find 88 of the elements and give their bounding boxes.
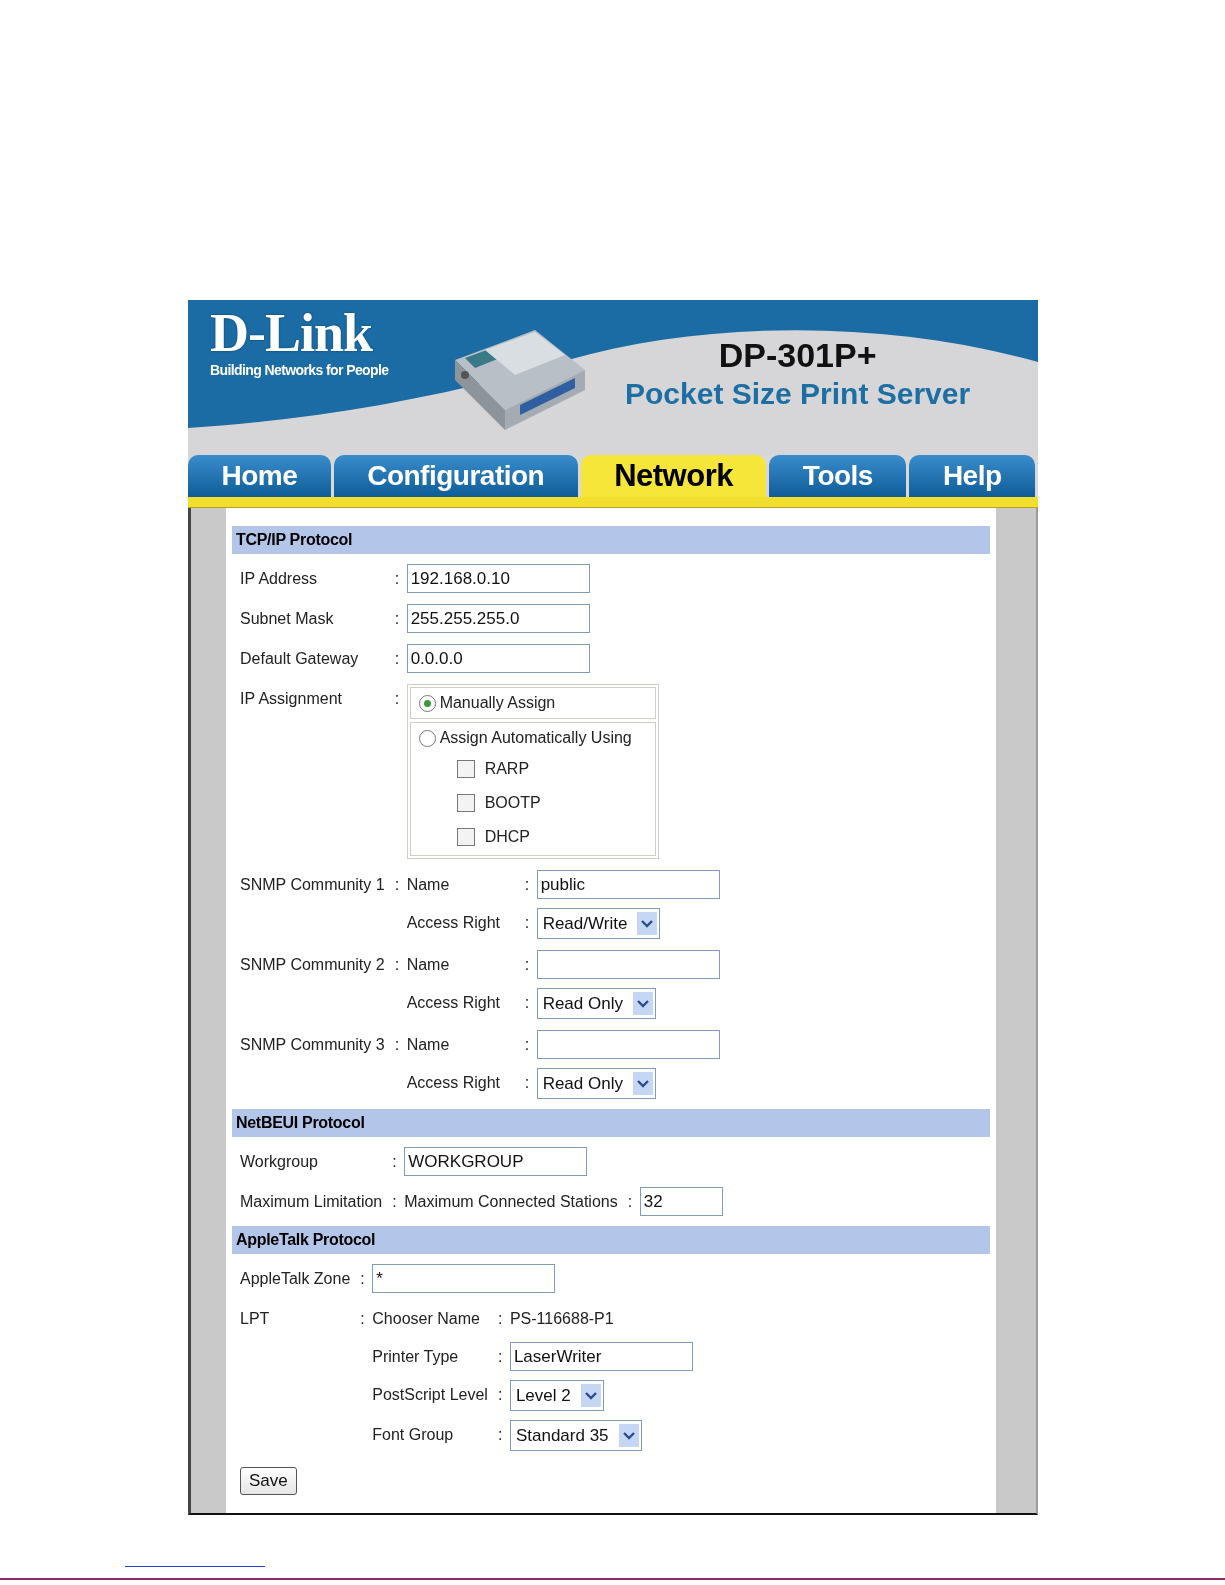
section-header: AppleTalk Protocol [232,1226,990,1254]
caret-icon [584,1391,597,1400]
checkbox-label: RARP [484,759,530,779]
colon-separator: : [360,1309,366,1329]
product-title: Pocket Size Print Server [625,377,971,411]
field-label: Access Right [406,913,501,933]
text-field[interactable]: 192.168.0.10 [406,564,590,593]
nav-tab[interactable]: Network [580,455,767,497]
colon-separator: : [497,1347,504,1367]
colon-separator: : [394,609,401,629]
colon-separator: : [524,1073,531,1093]
caret-icon [636,999,649,1008]
field-label: SNMP Community 2 [240,955,386,975]
dropdown[interactable]: Read Only [536,1068,656,1099]
radio-button[interactable] [418,729,436,747]
field-label: Workgroup [240,1152,319,1172]
field-label: IP Assignment [240,689,343,709]
tagline: Building Networks for People [210,362,390,378]
checkbox[interactable] [456,794,475,812]
text-field[interactable]: public [536,870,720,899]
colon-separator: : [627,1192,634,1212]
field-label: Printer Type [372,1347,460,1367]
colon-separator: : [394,569,401,589]
text-field[interactable]: 0.0.0.0 [406,644,590,673]
caret-icon [636,1079,649,1088]
colon-separator: : [394,955,401,975]
section-header: NetBEUI Protocol [232,1109,990,1137]
dropdown[interactable]: Read Only [536,988,656,1019]
nav-tab[interactable]: Home [188,455,331,497]
dropdown[interactable]: Level 2 [509,1380,604,1411]
colon-separator: : [524,875,531,895]
text-field[interactable]: LaserWriter [509,1342,693,1371]
field-label: Access Right [406,1073,501,1093]
colon-separator: : [497,1309,504,1329]
save-button[interactable]: Save [240,1467,297,1495]
field-label: LPT [240,1309,271,1329]
checkbox[interactable] [456,760,475,778]
colon-separator: : [394,1035,401,1055]
colon-separator: : [394,649,401,669]
field-label: Subnet Mask [240,609,335,629]
field-label: Name [406,955,451,975]
section-header: TCP/IP Protocol [232,526,990,554]
text-field[interactable]: * [372,1264,556,1293]
checkbox-label: BOOTP [484,793,541,813]
colon-separator: : [392,1192,398,1212]
field-label: SNMP Community 1 [240,875,386,895]
field-label: SNMP Community 3 [240,1035,386,1055]
colon-separator: : [394,689,401,709]
field-label: Maximum Connected Stations [404,1192,619,1212]
colon-separator: : [497,1385,504,1405]
colon-separator: : [524,1035,531,1055]
checkbox-label: DHCP [484,827,530,847]
caret-icon [641,919,654,928]
field-label: Access Right [406,993,501,1013]
colon-separator: : [360,1269,366,1289]
field-label: Maximum Limitation [240,1192,384,1212]
nav-tab[interactable]: Configuration [333,455,578,497]
colon-separator: : [524,955,531,975]
colon-separator: : [392,1152,398,1172]
nav-tab[interactable]: Help [909,455,1036,497]
radio-button[interactable] [418,694,436,712]
field-label: IP Address [240,569,319,589]
colon-separator: : [497,1425,504,1445]
colon-separator: : [394,875,401,895]
text-field[interactable] [536,950,720,979]
dropdown[interactable]: Standard 35 [509,1420,642,1451]
field-label: Chooser Name [372,1309,481,1329]
logo-text: D-Link [210,306,374,360]
field-label: AppleTalk Zone [240,1269,352,1289]
dropdown[interactable]: Read/Write [536,908,661,939]
text-field[interactable] [536,1030,720,1059]
checkbox[interactable] [456,828,475,846]
colon-separator: : [524,913,531,933]
text-field[interactable]: WORKGROUP [404,1147,588,1176]
colon-separator: : [524,993,531,1013]
caret-icon [622,1431,635,1440]
text-field[interactable]: 32 [639,1187,723,1216]
radio-label: Assign Automatically Using [439,729,632,747]
field-label: Font Group [372,1425,455,1445]
radio-label: Manually Assign [439,694,556,712]
model-title: DP-301P+ [718,336,877,375]
field-label: Name [406,875,451,895]
field-label: Name [406,1035,451,1055]
nav-tab[interactable]: Tools [769,455,907,497]
value-text: PS-116688-P1 [509,1310,614,1327]
field-label: Default Gateway [240,649,360,669]
text-field[interactable]: 255.255.255.0 [406,604,590,633]
field-label: PostScript Level [372,1385,489,1405]
